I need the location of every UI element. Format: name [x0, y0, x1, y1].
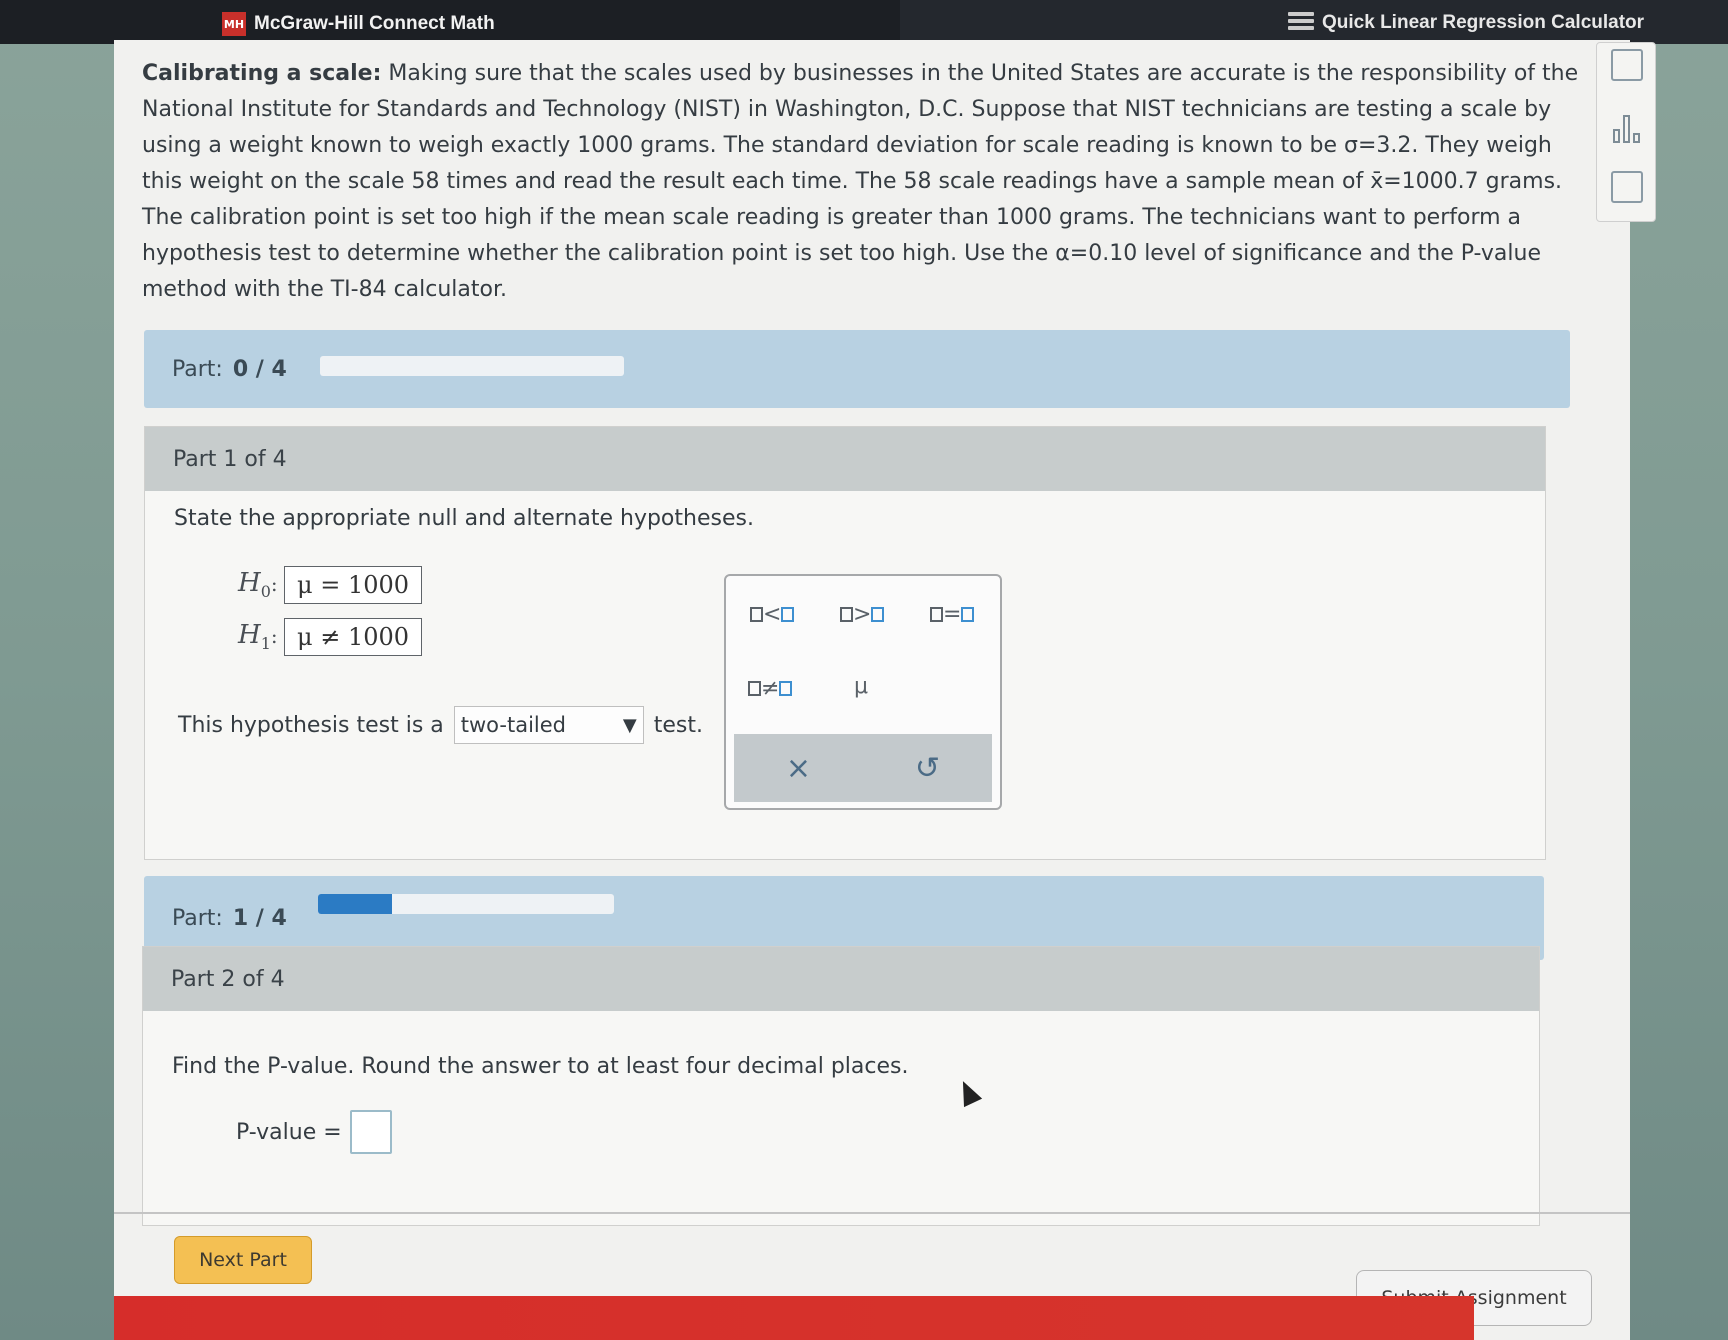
mcgraw-hill-logo-icon: MH [222, 12, 246, 36]
greater-than-key[interactable]: > [840, 602, 885, 627]
less-than-key[interactable]: < [750, 602, 795, 627]
alternate-hypothesis-input[interactable]: μ ≠ 1000 [284, 618, 423, 656]
alternate-hypothesis: H1: μ ≠ 1000 [238, 618, 423, 656]
calculator-link-label: Quick Linear Regression Calculator [1322, 12, 1645, 33]
calculator-tool-icon[interactable] [1611, 171, 1643, 203]
p-value-input[interactable] [349, 1110, 392, 1154]
test-type-suffix: test. [653, 712, 704, 738]
progress-track-1 [320, 356, 624, 376]
part-progress-label: Part: [172, 905, 223, 931]
problem-title: Calibrating a scale: [142, 61, 382, 86]
null-hypothesis: H0: μ = 1000 [238, 566, 423, 604]
not-equal-key[interactable]: ≠ [748, 676, 793, 701]
dropdown-arrow-icon: ▼ [622, 714, 637, 736]
problem-statement: Calibrating a scale: Making sure that th… [142, 56, 1582, 308]
clear-icon[interactable]: × [786, 751, 811, 786]
null-hypothesis-input[interactable]: μ = 1000 [284, 566, 423, 604]
part-2-instruction: Find the P-value. Round the answer to at… [172, 1054, 909, 1079]
undo-icon[interactable]: ↺ [915, 751, 940, 786]
part-progress-label: Part: [172, 356, 223, 382]
brand: MH McGraw-Hill Connect Math [222, 12, 495, 36]
part-2-header: Part 2 of 4 [143, 947, 1539, 1011]
next-part-button[interactable]: Next Part [174, 1236, 312, 1284]
app-title: McGraw-Hill Connect Math [254, 13, 495, 34]
equal-key[interactable]: = [930, 602, 975, 627]
part-progress-count: 0 / 4 [232, 356, 287, 382]
null-hypothesis-label: H0: [238, 568, 278, 602]
test-type-selected: two-tailed [460, 713, 567, 737]
top-bar: MH McGraw-Hill Connect Math Quick Linear… [0, 0, 1728, 44]
progress-fill-2 [318, 894, 392, 914]
p-value-label: P-value = [236, 1119, 342, 1145]
part-1-instruction: State the appropriate null and alternate… [174, 506, 754, 531]
calculator-link[interactable]: Quick Linear Regression Calculator [1288, 12, 1644, 34]
tool-panel [1596, 42, 1656, 222]
p-value-row: P-value = [236, 1110, 392, 1154]
test-type-prefix: This hypothesis test is a [178, 712, 444, 738]
progress-track-2 [318, 894, 614, 914]
textbook-icon[interactable] [1611, 49, 1643, 81]
chart-icon[interactable] [1611, 111, 1643, 143]
test-type-line: This hypothesis test is a two-tailed ▼ t… [178, 706, 703, 744]
calculator-icon [1288, 12, 1314, 34]
alternate-hypothesis-label: H1: [238, 620, 278, 654]
footer-band [114, 1296, 1474, 1340]
math-keypad: < > = ≠ μ × ↺ [724, 574, 1002, 810]
footer-divider [114, 1212, 1630, 1214]
keypad-actions: × ↺ [734, 734, 992, 802]
test-type-select[interactable]: two-tailed ▼ [453, 706, 644, 744]
problem-text: Making sure that the scales used by busi… [142, 61, 1579, 302]
part-2-panel: Part 2 of 4 [142, 946, 1540, 1226]
part-progress-count: 1 / 4 [232, 905, 287, 931]
part-1-header: Part 1 of 4 [145, 427, 1545, 491]
mu-key[interactable]: μ [854, 674, 868, 699]
